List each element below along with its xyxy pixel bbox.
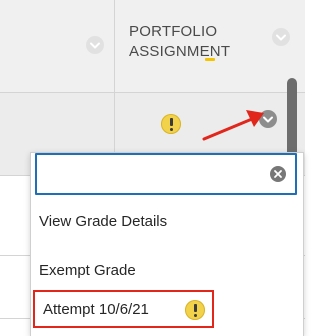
grade-center-grid: PORTFOLIO ASSIGNMENT View Grade Details …	[0, 0, 305, 336]
menu-search-field	[35, 153, 297, 195]
chevron-down-icon[interactable]	[86, 36, 104, 54]
column-title-line1: PORTFOLIO	[129, 23, 218, 40]
column-title-line2: ASSIGNMENT	[129, 43, 231, 60]
column-title[interactable]: PORTFOLIO ASSIGNMENT	[129, 22, 230, 62]
attempt-label: Attempt 10/6/21	[43, 301, 149, 318]
cell-context-menu: View Grade Details Exempt Grade Attempt …	[30, 152, 304, 336]
annotation-arrow	[202, 110, 264, 141]
chevron-down-icon[interactable]	[272, 28, 290, 46]
clear-search-icon[interactable]	[270, 166, 286, 182]
sort-indicator	[205, 58, 215, 61]
menu-item-attempt[interactable]: Attempt 10/6/21	[33, 290, 214, 328]
column-header-portfolio-assignment: PORTFOLIO ASSIGNMENT	[115, 0, 305, 93]
exclamation-circle-icon	[161, 114, 181, 134]
column-header-previous	[0, 0, 115, 93]
menu-search-input[interactable]	[45, 163, 255, 185]
menu-item-exempt-grade[interactable]: Exempt Grade	[39, 260, 136, 282]
exclamation-circle-icon	[185, 300, 205, 320]
menu-item-view-grade-details[interactable]: View Grade Details	[39, 211, 167, 233]
